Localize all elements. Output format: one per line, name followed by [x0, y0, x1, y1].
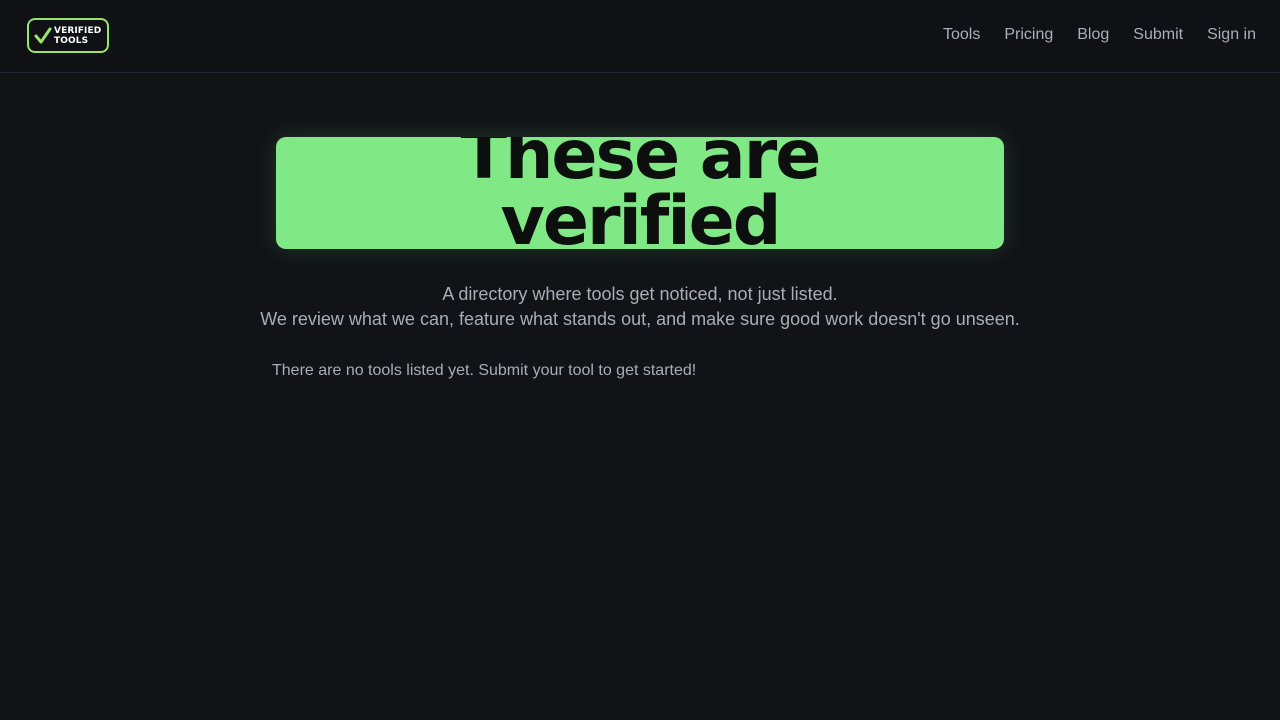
- hero-title-line2: verified: [500, 182, 782, 250]
- nav-tools[interactable]: Tools: [943, 24, 980, 46]
- empty-state-message: There are no tools listed yet. Submit yo…: [272, 362, 697, 379]
- main-nav: Tools Pricing Blog Submit Sign in: [943, 24, 1256, 46]
- site-header: VERIFIED TOOLS Tools Pricing Blog Submit…: [0, 0, 1280, 73]
- hero-title: These are verified: [276, 137, 1004, 249]
- logo-line2: TOOLS: [54, 36, 89, 46]
- nav-pricing[interactable]: Pricing: [1004, 24, 1053, 46]
- subtitle-line1: A directory where tools get noticed, not…: [442, 284, 838, 304]
- logo-text: VERIFIED TOOLS: [54, 26, 101, 46]
- hero-subtitle: A directory where tools get noticed, not…: [0, 282, 1280, 332]
- checkmark-icon: [34, 27, 52, 44]
- logo-line1: VERIFIED: [54, 26, 102, 36]
- nav-sign-in[interactable]: Sign in: [1207, 24, 1256, 46]
- nav-submit[interactable]: Submit: [1133, 24, 1183, 46]
- hero-banner: These are verified: [276, 137, 1004, 249]
- nav-blog[interactable]: Blog: [1077, 24, 1109, 46]
- subtitle-line2: We review what we can, feature what stan…: [260, 309, 1020, 329]
- logo[interactable]: VERIFIED TOOLS: [27, 18, 109, 53]
